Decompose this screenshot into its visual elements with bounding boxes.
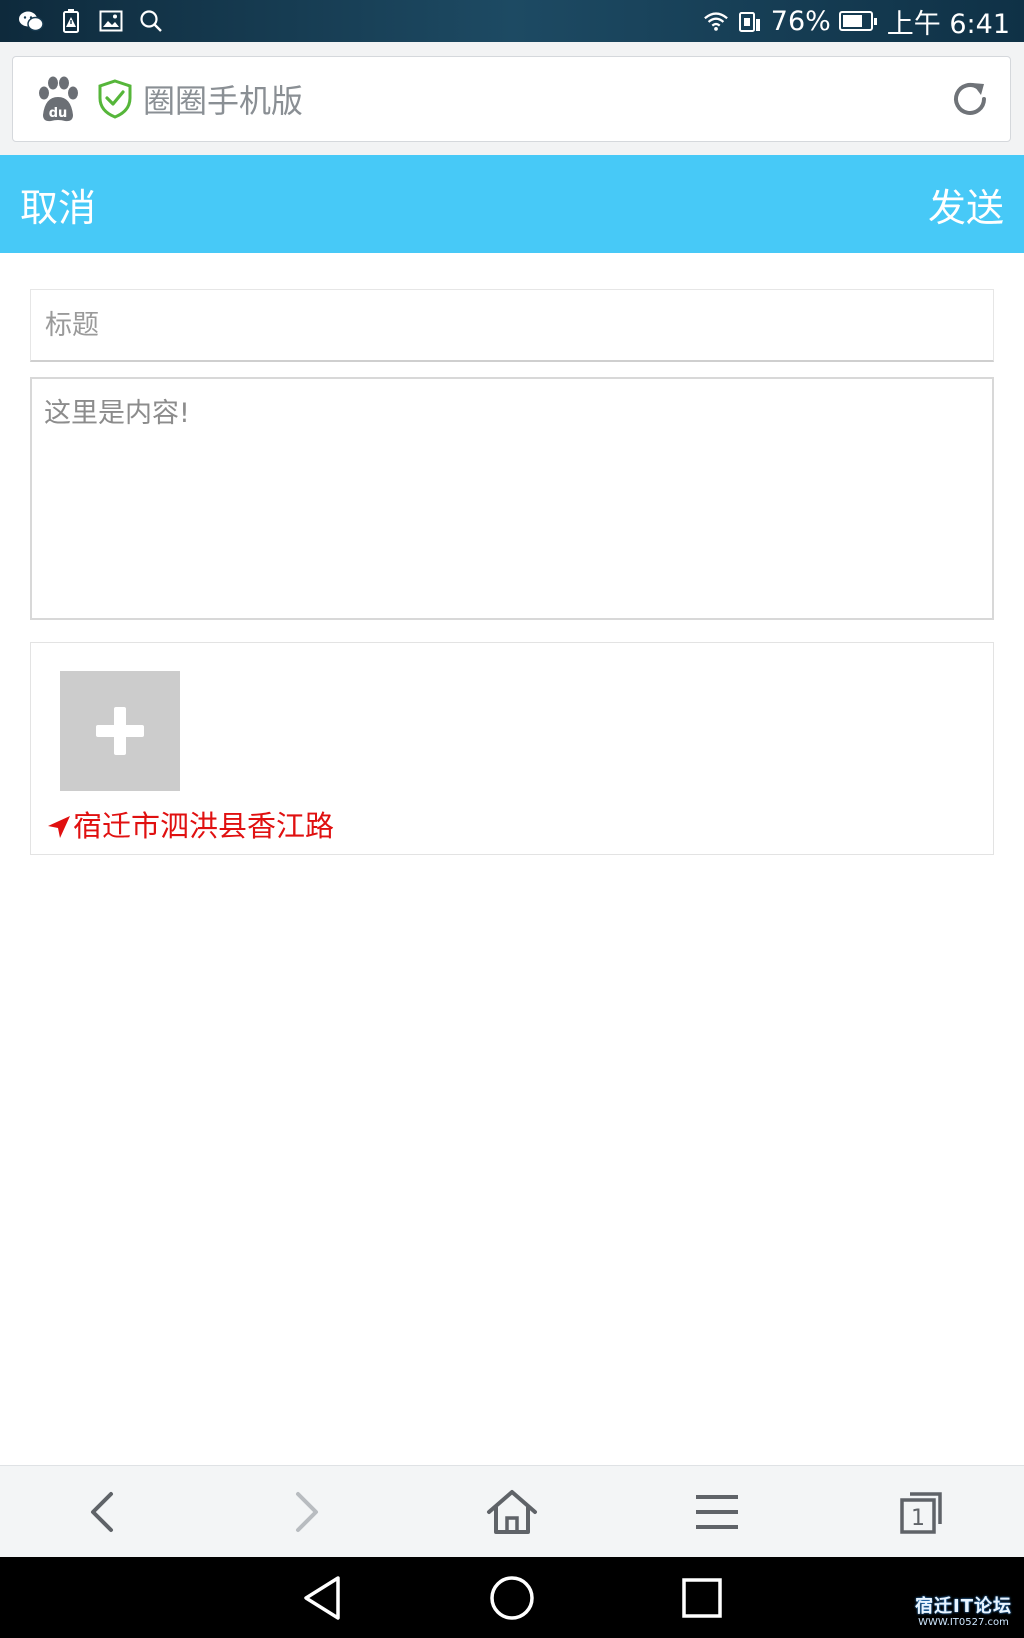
triangle-back-icon [304,1575,340,1620]
content-textarea[interactable] [30,377,994,620]
add-image-button[interactable] [60,671,180,791]
location-text: 宿迁市泗洪县香江路 [73,809,335,843]
tabs-icon: 1 [899,1491,942,1534]
menu-button[interactable] [677,1477,757,1547]
image-icon [98,9,124,33]
tab-count: 1 [911,1506,925,1531]
plus-icon [96,707,144,755]
battery-percent: 76% [770,5,831,37]
title-input[interactable] [30,289,994,362]
circle-home-icon [490,1575,534,1620]
location-arrow-icon [47,812,71,838]
home-button[interactable] [472,1477,552,1547]
attachment-panel: 宿迁市泗洪县香江路 [30,642,994,855]
tabs-button[interactable]: 1 [882,1477,962,1547]
security-shield-icon [97,79,133,119]
forward-button[interactable] [267,1477,347,1547]
page-title: 圈圈手机版 [143,82,304,120]
reload-icon[interactable] [948,77,992,121]
battery-icon [838,11,877,31]
browser-address-area: du 圈圈手机版 [0,42,1024,155]
status-bar: 76% 上午 6:41 [0,0,1024,42]
battery-alert-icon [58,9,84,33]
home-icon [486,1489,537,1534]
browser-toolbar: 1 [0,1465,1024,1557]
address-bar[interactable]: du 圈圈手机版 [12,56,1011,142]
menu-icon [695,1494,738,1529]
svg-text:du: du [49,106,68,121]
sim-data-icon [737,9,763,33]
back-button[interactable] [62,1477,142,1547]
chevron-left-icon [91,1491,114,1532]
location-tag[interactable]: 宿迁市泗洪县香江路 [47,803,334,845]
send-button[interactable]: 发送 [928,177,1004,232]
baidu-paw-icon: du [35,75,81,123]
clock: 上午 6:41 [886,8,1010,40]
wifi-icon [703,9,729,33]
wechat-icon [18,9,44,33]
status-right: 76% 上午 6:41 [703,2,1010,41]
square-recents-icon [682,1577,722,1618]
compose-header: 取消 发送 [0,155,1024,253]
search-icon [138,9,164,33]
nav-recents-button[interactable] [672,1568,732,1628]
watermark: 宿迁IT论坛 WWW.IT0527.com [915,1598,1012,1628]
nav-back-button[interactable] [292,1568,352,1628]
android-nav-bar: 宿迁IT论坛 WWW.IT0527.com [0,1557,1024,1638]
nav-home-button[interactable] [482,1568,542,1628]
watermark-url: WWW.IT0527.com [918,1617,1009,1628]
battery-level-fill [842,15,862,27]
chevron-right-icon [296,1491,319,1532]
cancel-button[interactable]: 取消 [20,177,96,232]
status-left-icons [18,9,164,33]
watermark-title: 宿迁IT论坛 [915,1596,1012,1617]
